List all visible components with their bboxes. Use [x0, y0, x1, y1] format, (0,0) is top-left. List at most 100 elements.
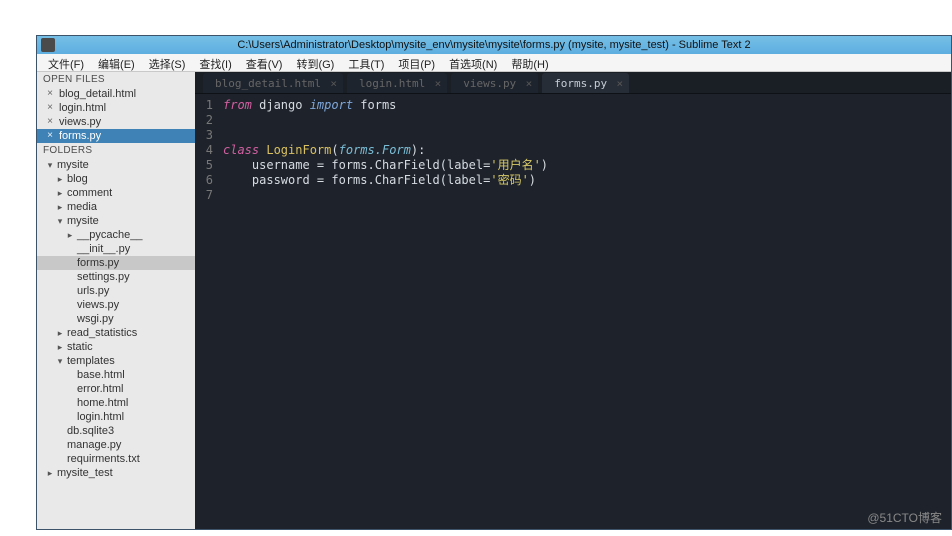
tree-node[interactable]: blog — [37, 172, 195, 186]
close-icon[interactable]: × — [45, 89, 55, 99]
tree-node[interactable]: forms.py — [37, 256, 195, 270]
tree-node[interactable]: comment — [37, 186, 195, 200]
tree-node-label: mysite_test — [55, 467, 113, 479]
line-number: 2 — [195, 113, 213, 128]
menu-1[interactable]: 编辑(E) — [91, 54, 142, 71]
main-body: OPEN FILES ×blog_detail.html×login.html×… — [37, 72, 951, 529]
tree-node[interactable]: requirments.txt — [37, 452, 195, 466]
menu-5[interactable]: 转到(G) — [289, 54, 341, 71]
tree-node[interactable]: home.html — [37, 396, 195, 410]
tree-node-label: templates — [65, 355, 115, 367]
editor-tab[interactable]: blog_detail.html× — [203, 73, 343, 93]
code-line: from django import forms — [223, 98, 951, 113]
tab-label: views.py — [463, 77, 516, 90]
close-icon[interactable]: × — [526, 77, 533, 90]
menu-8[interactable]: 首选项(N) — [442, 54, 504, 71]
tree-node-label: forms.py — [75, 257, 119, 269]
editor-area: blog_detail.html×login.html×views.py×for… — [195, 72, 951, 529]
tree-node-label: comment — [65, 187, 112, 199]
line-number: 5 — [195, 158, 213, 173]
tree-node-label: static — [65, 341, 93, 353]
code-line — [223, 128, 951, 143]
line-number: 3 — [195, 128, 213, 143]
open-file-item[interactable]: ×blog_detail.html — [37, 87, 195, 101]
menu-9[interactable]: 帮助(H) — [504, 54, 555, 71]
menu-0[interactable]: 文件(F) — [41, 54, 91, 71]
tree-node[interactable]: login.html — [37, 410, 195, 424]
chevron-down-icon[interactable] — [55, 356, 65, 367]
chevron-right-icon[interactable] — [55, 202, 65, 213]
close-icon[interactable]: × — [330, 77, 337, 90]
code-content[interactable]: from django import forms class LoginForm… — [219, 94, 951, 529]
chevron-right-icon[interactable] — [55, 328, 65, 339]
tree-node-label: __init__.py — [75, 243, 130, 255]
tree-node[interactable]: templates — [37, 354, 195, 368]
tree-node[interactable]: db.sqlite3 — [37, 424, 195, 438]
tree-node[interactable]: error.html — [37, 382, 195, 396]
tree-node[interactable]: base.html — [37, 368, 195, 382]
editor-tab[interactable]: login.html× — [347, 73, 447, 93]
menu-3[interactable]: 查找(I) — [192, 54, 238, 71]
editor-tab[interactable]: views.py × — [451, 73, 538, 93]
tree-node-label: wsgi.py — [75, 313, 114, 325]
tree-node[interactable]: media — [37, 200, 195, 214]
browser-chrome — [0, 0, 952, 28]
tree-node[interactable]: __init__.py — [37, 242, 195, 256]
window-title: C:\Users\Administrator\Desktop\mysite_en… — [37, 39, 951, 51]
line-number: 7 — [195, 188, 213, 203]
menu-4[interactable]: 查看(V) — [239, 54, 290, 71]
tree-node[interactable]: __pycache__ — [37, 228, 195, 242]
tree-node[interactable]: static — [37, 340, 195, 354]
tree-node[interactable]: mysite — [37, 214, 195, 228]
editor-tab[interactable]: forms.py× — [542, 73, 629, 93]
menu-2[interactable]: 选择(S) — [142, 54, 193, 71]
chevron-right-icon[interactable] — [55, 342, 65, 353]
watermark: @51CTO博客 — [867, 509, 942, 526]
line-number: 4 — [195, 143, 213, 158]
tree-node[interactable]: urls.py — [37, 284, 195, 298]
tree-node-label: read_statistics — [65, 327, 137, 339]
folders-header: FOLDERS — [37, 143, 195, 158]
tree-node-label: error.html — [75, 383, 123, 395]
chevron-right-icon[interactable] — [55, 188, 65, 199]
chevron-down-icon[interactable] — [45, 160, 55, 171]
tree-node[interactable]: manage.py — [37, 438, 195, 452]
chevron-right-icon[interactable] — [65, 230, 75, 241]
sidebar: OPEN FILES ×blog_detail.html×login.html×… — [37, 72, 195, 529]
tree-node-label: urls.py — [75, 285, 109, 297]
tree-node[interactable]: settings.py — [37, 270, 195, 284]
close-icon[interactable]: × — [45, 103, 55, 113]
tree-node[interactable]: mysite_test — [37, 466, 195, 480]
line-number: 6 — [195, 173, 213, 188]
open-files-list: ×blog_detail.html×login.html×views.py×fo… — [37, 87, 195, 143]
menu-6[interactable]: 工具(T) — [341, 54, 391, 71]
tree-node-label: mysite — [65, 215, 99, 227]
menu-7[interactable]: 项目(P) — [391, 54, 442, 71]
tree-node[interactable]: read_statistics — [37, 326, 195, 340]
chevron-down-icon[interactable] — [55, 216, 65, 227]
close-icon[interactable]: × — [45, 131, 55, 141]
sublime-window: C:\Users\Administrator\Desktop\mysite_en… — [36, 35, 952, 530]
open-file-item[interactable]: ×login.html — [37, 101, 195, 115]
chevron-right-icon[interactable] — [45, 468, 55, 479]
tree-node-label: requirments.txt — [65, 453, 140, 465]
tree-node-label: settings.py — [75, 271, 130, 283]
code-line: username = forms.CharField(label='用户名') — [223, 158, 951, 173]
code-area[interactable]: 1234567 from django import forms class L… — [195, 94, 951, 529]
chevron-right-icon[interactable] — [55, 174, 65, 185]
close-icon[interactable]: × — [435, 77, 442, 90]
tree-node-label: media — [65, 201, 97, 213]
tree-node[interactable]: wsgi.py — [37, 312, 195, 326]
tabbar: blog_detail.html×login.html×views.py×for… — [195, 72, 951, 94]
open-file-item[interactable]: ×views.py — [37, 115, 195, 129]
close-icon[interactable]: × — [45, 117, 55, 127]
tree-node[interactable]: views.py — [37, 298, 195, 312]
line-gutter: 1234567 — [195, 94, 219, 529]
titlebar[interactable]: C:\Users\Administrator\Desktop\mysite_en… — [37, 36, 951, 54]
open-file-label: login.html — [55, 102, 106, 114]
tree-node-label: blog — [65, 173, 88, 185]
close-icon[interactable]: × — [617, 77, 624, 90]
open-file-item[interactable]: ×forms.py — [37, 129, 195, 143]
tree-node[interactable]: mysite — [37, 158, 195, 172]
tree-node-label: views.py — [75, 299, 119, 311]
